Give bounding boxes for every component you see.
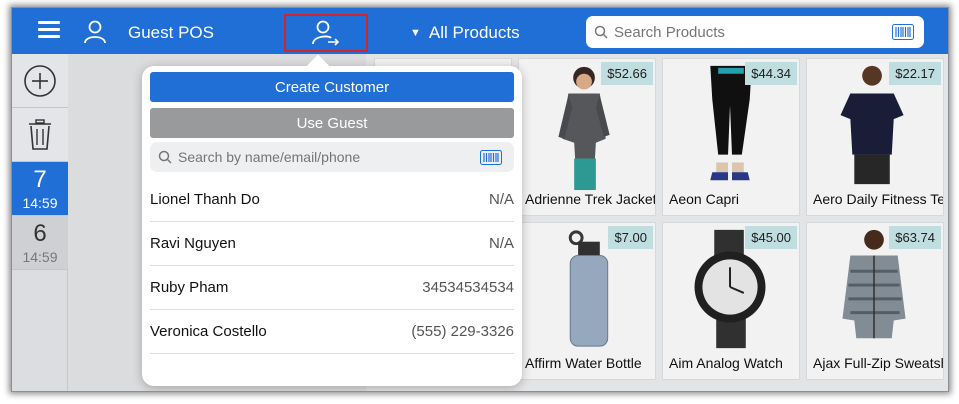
customer-row[interactable]: Lionel Thanh Do N/A <box>150 178 514 222</box>
product-search[interactable] <box>586 16 924 48</box>
order-time: 14:59 <box>22 194 58 211</box>
plus-circle-icon <box>24 64 56 97</box>
order-tab[interactable]: 6 14:59 <box>12 216 68 270</box>
order-rail: 7 14:59 6 14:59 <box>12 54 68 391</box>
category-dropdown[interactable]: ▼ All Products <box>410 23 520 43</box>
customer-row[interactable]: Ravi Nguyen N/A <box>150 222 514 266</box>
trash-icon <box>29 118 51 150</box>
customer-phone: N/A <box>488 235 514 252</box>
customer-row[interactable]: Ruby Pham 34534534534 <box>150 266 514 310</box>
customer-name: Ruby Pham <box>150 279 229 296</box>
delete-order-button[interactable] <box>12 108 68 162</box>
order-time: 14:59 <box>22 248 58 265</box>
user-switch-icon <box>312 20 340 46</box>
caret-down-icon: ▼ <box>410 27 421 39</box>
order-tab[interactable]: 7 14:59 <box>12 162 68 216</box>
switch-customer-button[interactable] <box>284 14 368 52</box>
customer-popover: Create Customer Use Guest Lionel Thanh D… <box>142 54 522 386</box>
customer-search-input[interactable] <box>178 149 468 165</box>
customer-name: Veronica Costello <box>150 323 267 340</box>
add-order-button[interactable] <box>12 54 68 108</box>
search-icon <box>594 25 608 39</box>
customer-name: Ravi Nguyen <box>150 235 236 252</box>
customer-phone: (555) 229-3326 <box>411 323 514 340</box>
order-number: 7 <box>33 165 47 193</box>
customer-row[interactable]: Veronica Costello (555) 229-3326 <box>150 310 514 354</box>
pos-window: Guest POS ▼ All Products Search Products… <box>11 7 949 392</box>
use-guest-button[interactable]: Use Guest <box>150 108 514 138</box>
product-search-input[interactable] <box>614 23 884 41</box>
barcode-icon[interactable] <box>480 150 502 165</box>
barcode-icon[interactable] <box>892 24 914 40</box>
category-label: All Products <box>428 23 520 42</box>
create-customer-button[interactable]: Create Customer <box>150 72 514 102</box>
search-icon <box>158 150 172 164</box>
customer-name: Lionel Thanh Do <box>150 191 260 208</box>
user-icon[interactable] <box>82 19 108 45</box>
hamburger-menu-icon[interactable] <box>38 21 60 39</box>
customer-phone: 34534534534 <box>422 279 514 296</box>
customer-search[interactable] <box>150 142 514 172</box>
top-bar: Guest POS ▼ All Products <box>12 8 948 54</box>
pos-title: Guest POS <box>128 23 214 42</box>
order-number: 6 <box>33 219 47 247</box>
customer-phone: N/A <box>488 191 514 208</box>
